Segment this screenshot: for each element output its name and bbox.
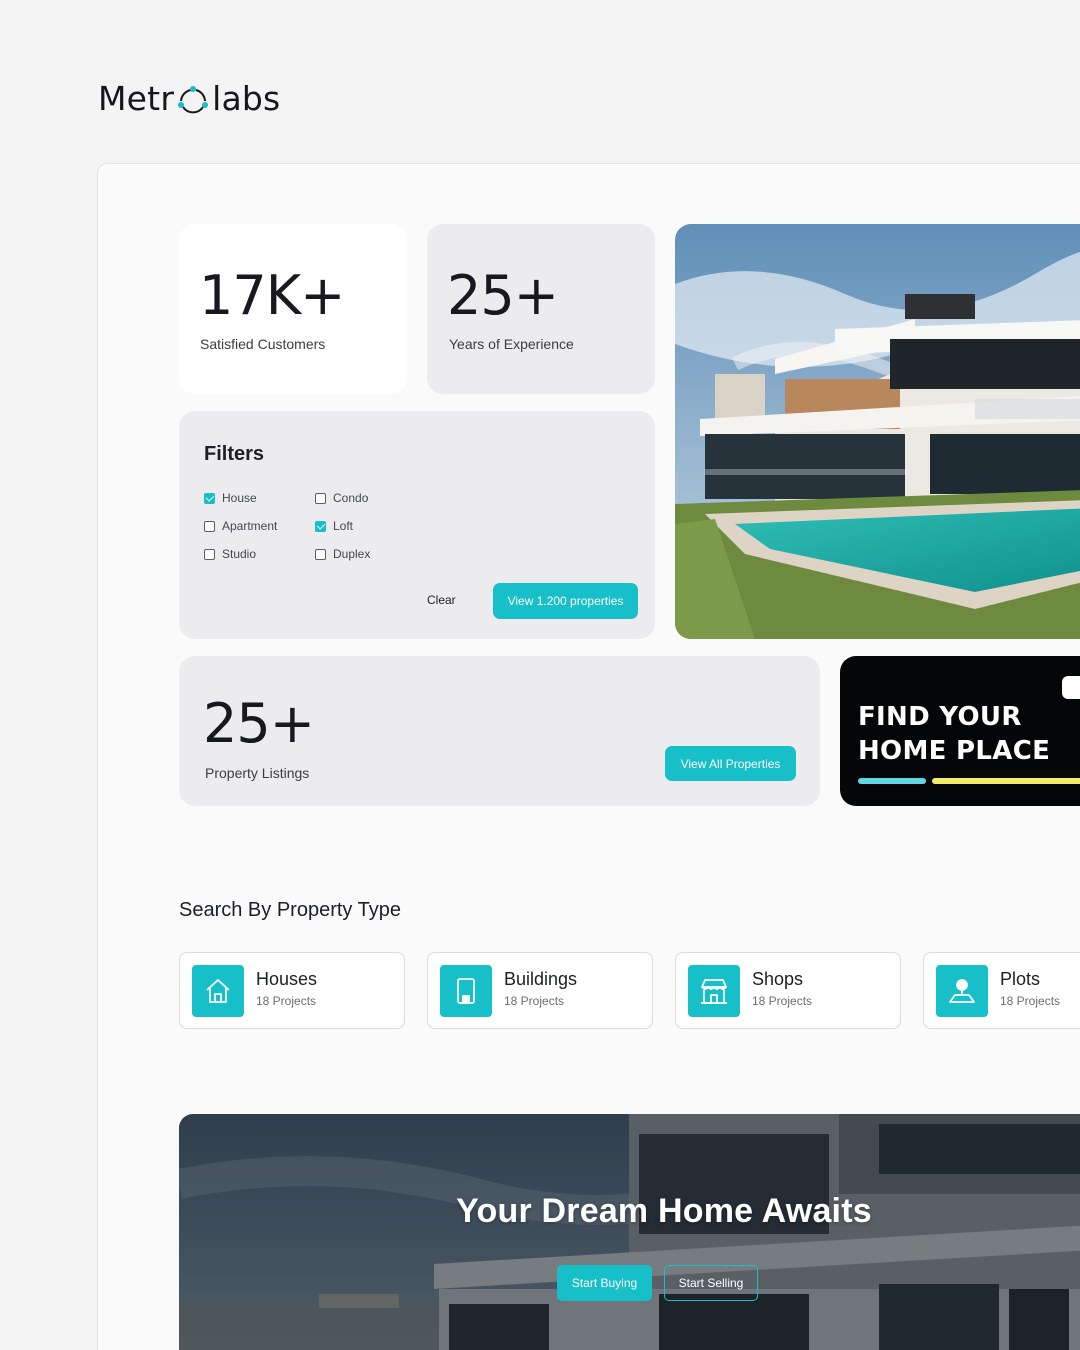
- filter-studio[interactable]: Studio: [204, 547, 256, 561]
- customers-label: Satisfied Customers: [200, 336, 326, 352]
- filters-card: Filters House Apartment Studio Condo Lof…: [179, 411, 655, 639]
- customers-value: 17K+: [199, 264, 345, 327]
- promo-toggle[interactable]: [1062, 676, 1080, 699]
- type-count: 18 Projects: [504, 994, 565, 1008]
- type-name: Houses: [256, 969, 318, 989]
- checkbox-icon[interactable]: [315, 548, 326, 560]
- type-card-plots[interactable]: Plots 18 Projects: [923, 952, 1080, 1029]
- checkbox-checked-icon[interactable]: [315, 520, 326, 532]
- section-title: Search By Property Type: [179, 899, 401, 921]
- promo-line-1: FIND YOUR: [858, 702, 1022, 732]
- filter-duplex[interactable]: Duplex: [315, 547, 370, 561]
- type-card-houses[interactable]: Houses 18 Projects: [179, 952, 405, 1029]
- listings-value: 25+: [203, 692, 315, 755]
- promo-accent-bar: [932, 778, 1080, 784]
- start-buying-button[interactable]: Start Buying: [557, 1265, 652, 1301]
- checkbox-checked-icon[interactable]: [204, 492, 215, 504]
- brand-name-right: labs: [212, 78, 281, 118]
- filter-apartment[interactable]: Apartment: [204, 519, 277, 533]
- plot-pin-icon: [936, 965, 988, 1017]
- promo-line-2: HOME PLACE: [858, 736, 1051, 766]
- promo-card[interactable]: FIND YOUR HOME PLACE: [840, 656, 1080, 806]
- stat-card-listings: 25+ Property Listings View All Propertie…: [179, 656, 820, 806]
- view-all-properties-button[interactable]: View All Properties: [665, 746, 796, 781]
- clear-filters-button[interactable]: Clear: [427, 593, 456, 607]
- filter-label: Apartment: [222, 519, 278, 533]
- type-count: 18 Projects: [256, 994, 317, 1008]
- filter-label: Studio: [222, 547, 257, 561]
- featured-house-photo: [675, 224, 1080, 639]
- main-panel: 17K+ Satisfied Customers 25+ Years of Ex…: [97, 163, 1080, 1350]
- checkbox-icon[interactable]: [204, 548, 215, 560]
- hero-banner: Your Dream Home Awaits Start Buying Star…: [179, 1114, 1080, 1350]
- hero-title: Your Dream Home Awaits: [456, 1192, 872, 1230]
- type-card-shops[interactable]: Shops 18 Projects: [675, 952, 901, 1029]
- house-icon: [192, 965, 244, 1017]
- type-count: 18 Projects: [1000, 994, 1061, 1008]
- filter-condo[interactable]: Condo: [315, 491, 368, 505]
- checkbox-icon[interactable]: [204, 520, 215, 532]
- start-selling-button[interactable]: Start Selling: [664, 1265, 758, 1301]
- filter-label: Duplex: [333, 547, 371, 561]
- brand-logo[interactable]: Metr labs: [98, 76, 280, 120]
- logo-ring-icon: [175, 76, 211, 120]
- shop-icon: [688, 965, 740, 1017]
- listings-label: Property Listings: [205, 765, 310, 781]
- type-name: Shops: [752, 969, 804, 989]
- type-name: Buildings: [504, 969, 578, 989]
- experience-value: 25+: [447, 264, 559, 327]
- stat-card-customers: 17K+ Satisfied Customers: [179, 224, 407, 394]
- experience-label: Years of Experience: [449, 336, 574, 352]
- brand-name-left: Metr: [98, 78, 175, 118]
- checkbox-icon[interactable]: [315, 492, 326, 504]
- type-count: 18 Projects: [752, 994, 813, 1008]
- filter-house[interactable]: House: [204, 491, 257, 505]
- type-name: Plots: [1000, 969, 1041, 989]
- promo-accent-bar: [858, 778, 926, 784]
- filters-title: Filters: [204, 443, 265, 465]
- filter-label: House: [222, 491, 257, 505]
- view-properties-button[interactable]: View 1.200 properties: [493, 583, 638, 619]
- hero-background-image: [179, 1114, 1080, 1350]
- filter-label: Loft: [333, 519, 354, 533]
- type-card-buildings[interactable]: Buildings 18 Projects: [427, 952, 653, 1029]
- filter-loft[interactable]: Loft: [315, 519, 353, 533]
- filter-label: Condo: [333, 491, 369, 505]
- promo-text: FIND YOUR HOME PLACE: [858, 700, 1050, 768]
- stat-card-experience: 25+ Years of Experience: [427, 224, 655, 394]
- building-icon: [440, 965, 492, 1017]
